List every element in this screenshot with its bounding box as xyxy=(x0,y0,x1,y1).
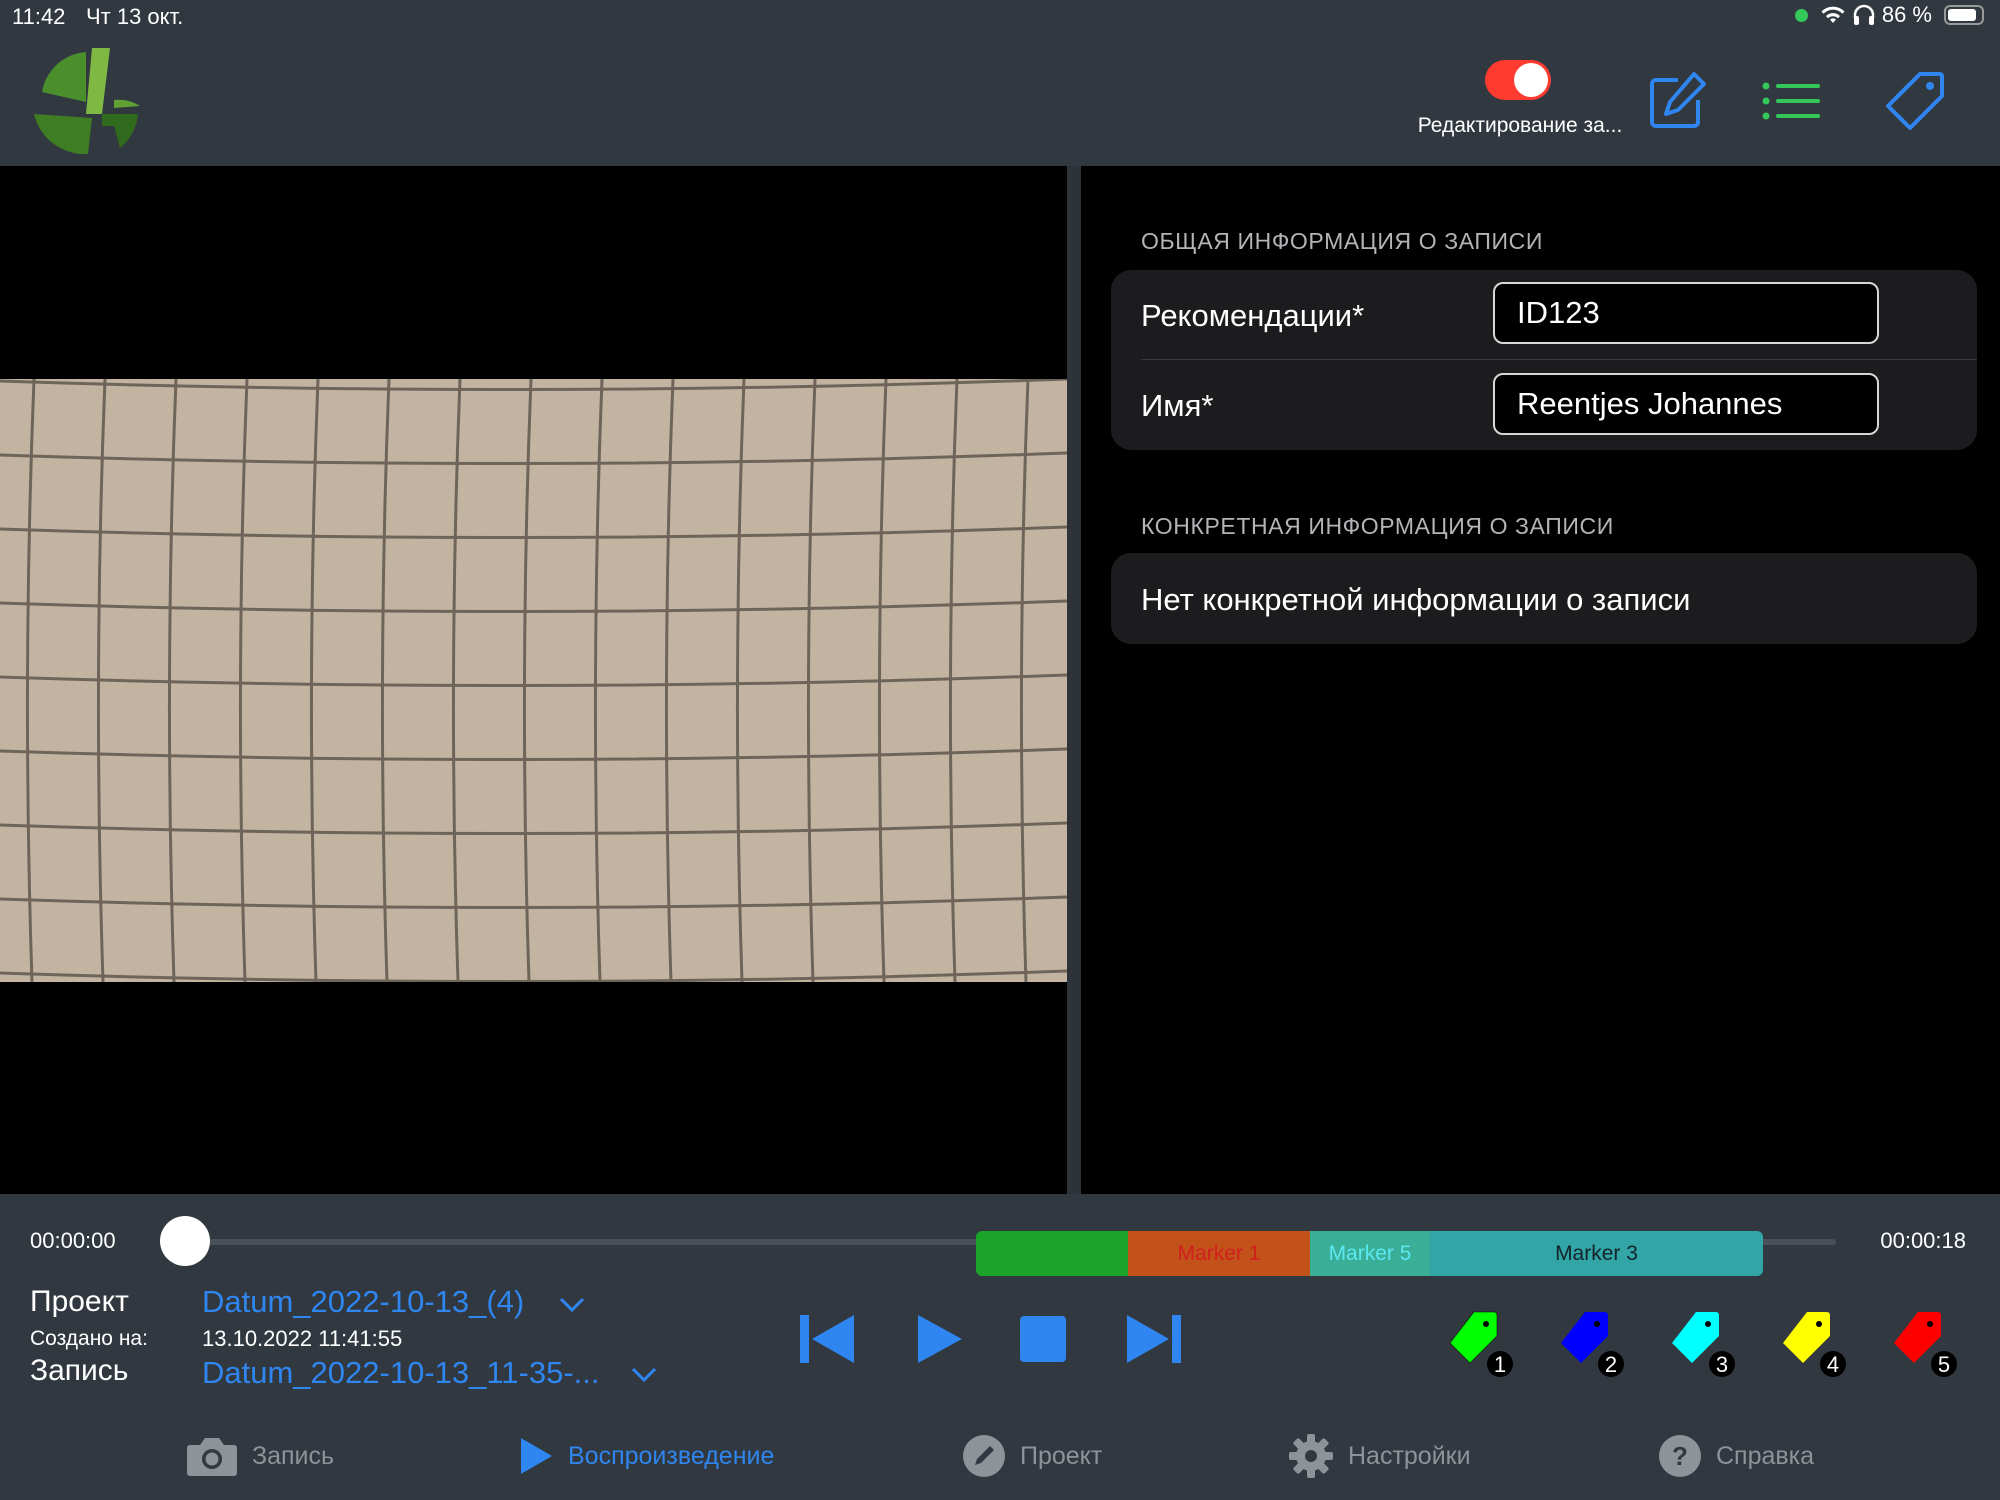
record-label: Запись xyxy=(30,1354,129,1387)
marker-button-2[interactable]: 2 xyxy=(1557,1306,1627,1378)
list-icon[interactable] xyxy=(1758,68,1824,134)
battery-percent: 86 % xyxy=(1881,2,1932,27)
status-date: Чт 13 окт. xyxy=(86,4,184,29)
timeline-markers[interactable]: Marker 1 Marker 5 Marker 3 xyxy=(976,1231,1763,1276)
tab-help[interactable]: ? Справка xyxy=(1658,1432,1814,1480)
tab-label: Настройки xyxy=(1348,1441,1471,1470)
tag-icon[interactable] xyxy=(1882,68,1948,134)
marker-segment-5[interactable]: Marker 5 xyxy=(1310,1231,1430,1276)
record-selector[interactable]: Datum_2022-10-13_11-35-... xyxy=(202,1355,600,1391)
camera-icon xyxy=(187,1438,237,1476)
svg-text:?: ? xyxy=(1672,1441,1688,1471)
app-logo xyxy=(34,48,140,155)
tab-playback[interactable]: Воспроизведение xyxy=(518,1432,774,1480)
pane-divider[interactable] xyxy=(1067,166,1081,1194)
play-button[interactable] xyxy=(912,1313,970,1365)
name-label: Имя* xyxy=(1141,388,1214,423)
edit-icon[interactable] xyxy=(1644,68,1710,134)
tab-settings[interactable]: Настройки xyxy=(1288,1432,1471,1480)
marker-button-number: 2 xyxy=(1605,1352,1617,1377)
created-value: 13.10.2022 11:41:55 xyxy=(202,1326,403,1351)
no-specific-info-text: Нет конкретной информации о записи xyxy=(1141,582,1691,617)
wifi-icon xyxy=(1821,6,1845,23)
created-label: Создано на: xyxy=(30,1327,148,1350)
marker-segment-green[interactable] xyxy=(976,1231,1128,1276)
current-time: 00:00:00 xyxy=(30,1228,116,1253)
tab-record[interactable]: Запись xyxy=(186,1432,334,1480)
marker-button-1[interactable]: 1 xyxy=(1446,1306,1516,1378)
specific-info-title: КОНКРЕТНАЯ ИНФОРМАЦИЯ О ЗАПИСИ xyxy=(1141,513,1614,539)
stop-button[interactable] xyxy=(1014,1313,1072,1365)
video-frame[interactable] xyxy=(0,379,1067,982)
recommendations-field[interactable]: ID123 xyxy=(1493,282,1879,344)
marker-segment-label: Marker 3 xyxy=(1555,1242,1638,1265)
edit-mode-label: Редактирование за... xyxy=(1417,114,1623,137)
marker-button-3[interactable]: 3 xyxy=(1668,1306,1738,1378)
marker-button-4[interactable]: 4 xyxy=(1779,1306,1849,1378)
marker-segment-label: Marker 5 xyxy=(1328,1242,1412,1265)
marker-button-number: 3 xyxy=(1716,1352,1728,1377)
status-indicators: 86 % xyxy=(1794,2,1984,28)
question-icon: ? xyxy=(1659,1435,1701,1477)
pencil-icon xyxy=(963,1435,1005,1477)
tab-label: Воспроизведение xyxy=(568,1441,775,1470)
marker-segment-label: Marker 1 xyxy=(1177,1242,1261,1265)
tab-label: Справка xyxy=(1716,1441,1815,1470)
video-image xyxy=(0,379,1067,982)
card-divider xyxy=(1141,359,1977,360)
edit-mode-toggle[interactable] xyxy=(1485,60,1551,100)
tab-project[interactable]: Проект xyxy=(962,1432,1102,1480)
general-info-title: ОБЩАЯ ИНФОРМАЦИЯ О ЗАПИСИ xyxy=(1141,228,1543,254)
play-icon xyxy=(521,1438,552,1474)
chevron-down-icon[interactable] xyxy=(630,1366,658,1384)
name-field[interactable]: Reentjes Johannes xyxy=(1493,373,1879,435)
chevron-down-icon[interactable] xyxy=(558,1296,586,1314)
project-label: Проект xyxy=(30,1285,129,1318)
status-time: 11:42 xyxy=(12,4,66,29)
project-selector[interactable]: Datum_2022-10-13_(4) xyxy=(202,1284,524,1320)
gear-icon xyxy=(1289,1434,1333,1478)
timeline-thumb[interactable] xyxy=(160,1216,210,1266)
total-time: 00:00:18 xyxy=(1880,1228,1966,1253)
headphones-icon xyxy=(1853,4,1875,25)
recommendations-label: Рекомендации* xyxy=(1141,298,1365,333)
marker-segment-3[interactable]: Marker 3 xyxy=(1430,1231,1763,1276)
tab-label: Проект xyxy=(1020,1441,1103,1470)
marker-button-number: 5 xyxy=(1938,1352,1950,1377)
skip-forward-button[interactable] xyxy=(1125,1313,1183,1365)
marker-button-number: 1 xyxy=(1494,1352,1506,1377)
marker-button-5[interactable]: 5 xyxy=(1890,1306,1960,1378)
marker-segment-1[interactable]: Marker 1 xyxy=(1128,1231,1310,1276)
tab-label: Запись xyxy=(252,1441,335,1470)
mic-indicator-icon xyxy=(1794,8,1808,22)
marker-button-number: 4 xyxy=(1827,1352,1839,1377)
battery-icon xyxy=(1944,5,1984,25)
skip-back-button[interactable] xyxy=(798,1313,856,1365)
